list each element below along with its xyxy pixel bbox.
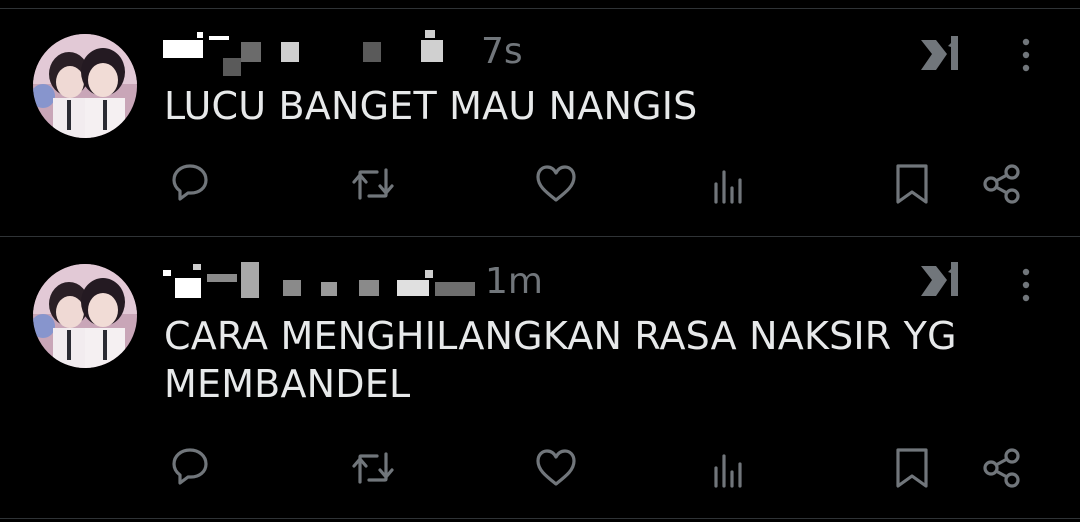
post-header: 1m bbox=[163, 262, 863, 308]
post-header: 7s bbox=[163, 30, 863, 76]
post-text: CARA MENGHILANGKAN RASA NAKSIR YG MEMBAN… bbox=[164, 314, 970, 406]
timeline-feed: 7s LUCU BANGET MAU NANGIS 1m CARA MENGHI… bbox=[0, 0, 1080, 522]
repost-icon[interactable] bbox=[349, 160, 397, 208]
post[interactable]: 1m CARA MENGHILANGKAN RASA NAKSIR YG MEM… bbox=[0, 236, 1080, 522]
more-icon[interactable] bbox=[1014, 36, 1038, 76]
more-icon[interactable] bbox=[1014, 266, 1038, 306]
share-icon[interactable] bbox=[978, 444, 1026, 492]
bookmark-icon[interactable] bbox=[888, 444, 936, 492]
post-text: LUCU BANGET MAU NANGIS bbox=[164, 84, 698, 128]
reply-icon[interactable] bbox=[166, 442, 214, 490]
grok-icon[interactable] bbox=[918, 32, 964, 76]
repost-icon[interactable] bbox=[349, 444, 397, 492]
post-timestamp[interactable]: 1m bbox=[485, 262, 543, 302]
like-icon[interactable] bbox=[532, 160, 580, 208]
post[interactable]: 7s LUCU BANGET MAU NANGIS bbox=[0, 0, 1080, 236]
views-icon[interactable] bbox=[708, 162, 756, 210]
post-timestamp[interactable]: 7s bbox=[481, 32, 523, 72]
bookmark-icon[interactable] bbox=[888, 160, 936, 208]
like-icon[interactable] bbox=[532, 444, 580, 492]
redacted-username bbox=[163, 262, 475, 298]
bottom-divider bbox=[0, 518, 1080, 519]
share-icon[interactable] bbox=[978, 160, 1026, 208]
grok-icon[interactable] bbox=[918, 258, 964, 302]
reply-icon[interactable] bbox=[166, 158, 214, 206]
redacted-username bbox=[163, 30, 443, 76]
views-icon[interactable] bbox=[708, 446, 756, 494]
avatar[interactable] bbox=[33, 264, 137, 368]
avatar[interactable] bbox=[33, 34, 137, 138]
